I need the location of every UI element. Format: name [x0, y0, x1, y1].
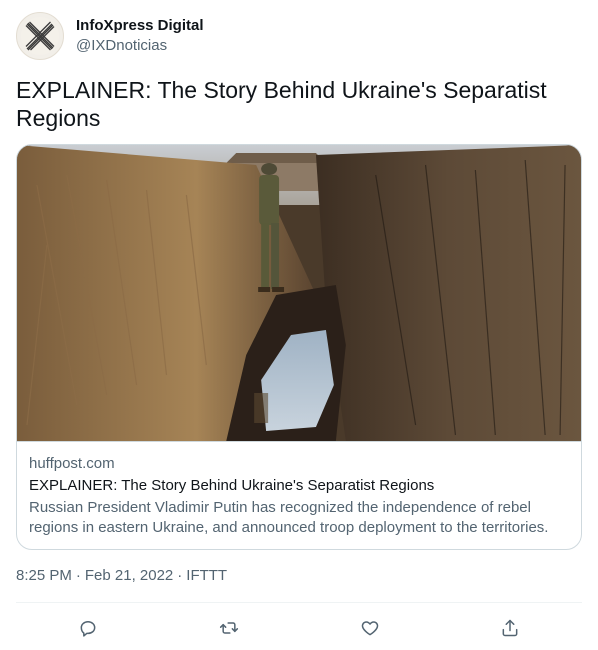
meta-separator: · — [75, 567, 81, 584]
card-title: EXPLAINER: The Story Behind Ukraine's Se… — [29, 477, 435, 494]
reply-icon — [80, 621, 96, 637]
heart-icon — [361, 621, 379, 636]
reply-button[interactable] — [70, 610, 106, 646]
tweet-meta: 8:25 PM · Feb 21, 2022 · IFTTT — [16, 566, 227, 586]
tweet-time[interactable]: 8:25 PM — [16, 566, 72, 586]
ix-logo-icon — [21, 17, 59, 55]
card-image — [17, 145, 581, 441]
card-description: Russian President Vladimir Putin has rec… — [29, 499, 549, 536]
avatar[interactable] — [16, 12, 64, 60]
retweet-icon — [219, 622, 239, 634]
divider — [16, 602, 582, 603]
card-domain: huffpost.com — [29, 455, 115, 472]
action-bar — [0, 610, 598, 646]
author-names: InfoXpress Digital @IXDnoticias — [76, 16, 204, 56]
trench-photo — [17, 145, 581, 441]
user-handle[interactable]: @IXDnoticias — [76, 36, 204, 56]
meta-separator: · — [177, 567, 183, 584]
like-button[interactable] — [352, 610, 388, 646]
link-card[interactable]: huffpost.com EXPLAINER: The Story Behind… — [16, 144, 582, 550]
display-name[interactable]: InfoXpress Digital — [76, 16, 204, 36]
retweet-button[interactable] — [211, 610, 247, 646]
share-button[interactable] — [492, 610, 528, 646]
tweet-text: EXPLAINER: The Story Behind Ukraine's Se… — [16, 77, 547, 131]
tweet-header: InfoXpress Digital @IXDnoticias — [16, 12, 204, 60]
tweet-source[interactable]: IFTTT — [186, 566, 227, 586]
tweet-date[interactable]: Feb 21, 2022 — [85, 566, 173, 586]
card-meta: huffpost.com EXPLAINER: The Story Behind… — [17, 441, 581, 538]
share-icon — [502, 619, 518, 637]
